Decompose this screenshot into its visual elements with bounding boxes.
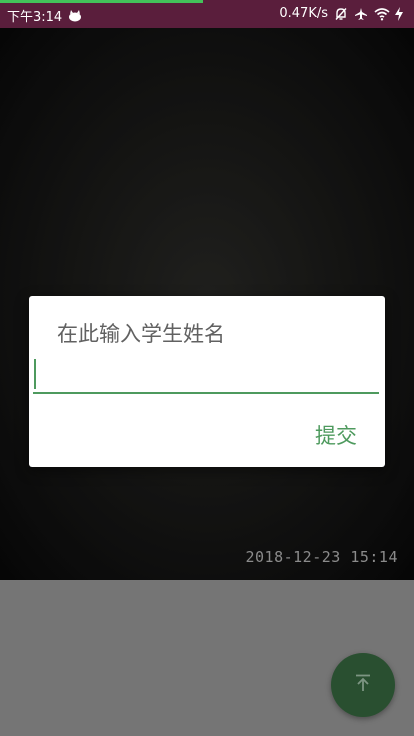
charging-icon <box>394 6 408 21</box>
status-left: 下午3:14 <box>7 6 82 25</box>
notification-cat-icon <box>68 9 82 23</box>
student-name-input[interactable] <box>33 356 379 394</box>
student-name-dialog: 在此输入学生姓名 提交 <box>29 296 385 467</box>
scroll-to-top-button[interactable] <box>331 653 395 717</box>
submit-button[interactable]: 提交 <box>315 420 357 450</box>
arrow-up-to-top-icon <box>352 672 374 698</box>
screen: 下午3:14 0.47K/s 2018-12-23 15:14 在此输入学生姓名… <box>0 0 414 736</box>
dialog-title: 在此输入学生姓名 <box>57 322 225 346</box>
loading-progress-bar <box>0 0 203 3</box>
mute-icon <box>334 7 348 21</box>
photo-timestamp: 2018-12-23 15:14 <box>245 548 398 566</box>
status-bar: 下午3:14 0.47K/s <box>0 0 414 28</box>
network-speed: 0.47K/s <box>279 6 328 21</box>
wifi-icon <box>374 7 390 21</box>
status-time: 下午3:14 <box>7 10 63 25</box>
text-cursor <box>34 359 36 389</box>
status-right: 0.47K/s <box>279 6 408 21</box>
airplane-icon <box>354 7 368 21</box>
